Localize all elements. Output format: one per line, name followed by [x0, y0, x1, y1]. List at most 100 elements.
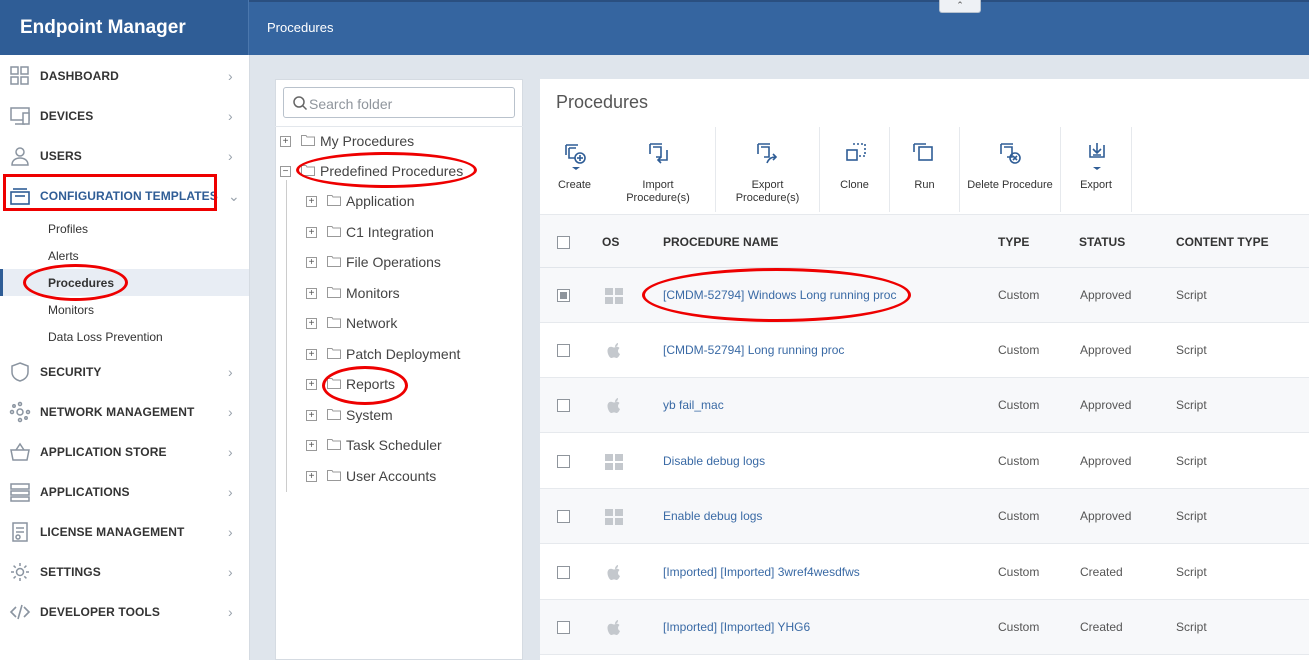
expand-icon[interactable]: + — [306, 227, 317, 238]
sidebar-item-applications[interactable]: APPLICATIONS › — [0, 472, 250, 512]
sidebar-item-label: APPLICATION STORE — [40, 445, 167, 459]
row-checkbox[interactable] — [557, 344, 570, 357]
row-checkbox[interactable] — [557, 566, 570, 579]
procedure-name-link[interactable]: Enable debug logs — [663, 509, 762, 523]
status-cell: Approved — [1080, 398, 1132, 412]
expand-icon[interactable]: + — [306, 379, 317, 390]
sidebar-item-label: DEVELOPER TOOLS — [40, 605, 160, 619]
folder-label: Network — [346, 315, 398, 331]
procedure-name-link[interactable]: yb fail_mac — [663, 398, 724, 412]
procedure-name-link[interactable]: [CMDM-52794] Windows Long running proc — [663, 288, 896, 302]
create-button[interactable]: Create — [548, 127, 601, 212]
export-procedures-button[interactable]: Export Procedure(s) — [716, 127, 820, 212]
expand-icon[interactable]: + — [306, 349, 317, 360]
folder-application[interactable]: + Application — [306, 191, 516, 215]
folder-network[interactable]: + Network — [306, 313, 516, 337]
status-cell: Approved — [1080, 288, 1132, 302]
folder-system[interactable]: + System — [306, 405, 516, 429]
sidebar-subitem-profiles[interactable]: Profiles — [0, 215, 249, 242]
table-row[interactable]: [CMDM-52794] Long running proc Custom Ap… — [540, 323, 1309, 378]
expand-icon[interactable]: + — [306, 288, 317, 299]
sidebar-item-settings[interactable]: SETTINGS › — [0, 552, 250, 592]
table-row[interactable]: yb fail_mac Custom Approved Script — [540, 378, 1309, 433]
sidebar-item-users[interactable]: USERS › — [0, 136, 250, 176]
expand-icon[interactable]: + — [306, 318, 317, 329]
sidebar-item-security[interactable]: SECURITY › — [0, 352, 250, 392]
delete-procedure-button[interactable]: Delete Procedure — [960, 127, 1061, 212]
table-row[interactable]: [CMDM-52794] Windows Long running proc C… — [540, 268, 1309, 323]
collapse-icon[interactable]: − — [280, 166, 291, 177]
select-all-checkbox[interactable] — [557, 236, 570, 249]
sidebar-item-configuration-templates[interactable]: CONFIGURATION TEMPLATES ⌄ — [0, 176, 250, 216]
expand-icon[interactable]: + — [306, 257, 317, 268]
table-row[interactable]: Enable debug logs Custom Approved Script — [540, 489, 1309, 544]
sidebar-subitem-procedures[interactable]: Procedures — [0, 269, 249, 296]
collapse-header-toggle[interactable]: ⌃ — [939, 0, 981, 13]
expand-icon[interactable]: + — [306, 196, 317, 207]
folder-reports[interactable]: + Reports — [306, 374, 516, 398]
folder-icon — [327, 195, 341, 206]
sidebar-subitem-data-loss-prevention[interactable]: Data Loss Prevention — [0, 323, 249, 350]
column-header-procedure-name[interactable]: PROCEDURE NAME — [663, 235, 778, 249]
chevron-right-icon: › — [228, 444, 233, 460]
sidebar-subitem-monitors[interactable]: Monitors — [0, 296, 249, 323]
sidebar-item-label: SETTINGS — [40, 565, 101, 579]
folder-label: Task Scheduler — [346, 437, 442, 453]
sidebar-item-application-store[interactable]: APPLICATION STORE › — [0, 432, 250, 472]
procedure-name-link[interactable]: [Imported] [Imported] 3wref4wesdfws — [663, 565, 860, 579]
column-header-type[interactable]: TYPE — [998, 235, 1029, 249]
expand-icon[interactable]: + — [306, 471, 317, 482]
row-checkbox[interactable] — [557, 455, 570, 468]
folder-monitors[interactable]: + Monitors — [306, 283, 516, 307]
sidebar-item-dashboard[interactable]: DASHBOARD › — [0, 56, 250, 96]
sidebar-item-label: APPLICATIONS — [40, 485, 130, 499]
search-folder-input[interactable]: Search folder — [283, 87, 515, 118]
expand-icon[interactable]: + — [280, 136, 291, 147]
chevron-right-icon: › — [228, 108, 233, 124]
folder-file-operations[interactable]: + File Operations — [306, 252, 516, 276]
export-icon — [757, 143, 778, 164]
app-title[interactable]: Endpoint Manager — [0, 0, 249, 55]
windows-icon — [605, 454, 623, 470]
table-row[interactable]: [Imported] [Imported] 3wref4wesdfws Cust… — [540, 545, 1309, 600]
folder-icon — [327, 378, 341, 389]
status-cell: Approved — [1080, 454, 1132, 468]
column-header-content-type[interactable]: CONTENT TYPE — [1176, 235, 1269, 249]
sidebar-subitem-alerts[interactable]: Alerts — [0, 242, 249, 269]
export-button[interactable]: Export — [1061, 127, 1132, 212]
folder-c1-integration[interactable]: + C1 Integration — [306, 222, 516, 246]
clone-button[interactable]: Clone — [820, 127, 890, 212]
create-label: Create — [557, 179, 592, 191]
chevron-right-icon: › — [228, 148, 233, 164]
table-row[interactable]: Disable debug logs Custom Approved Scrip… — [540, 434, 1309, 489]
row-checkbox[interactable] — [557, 510, 570, 523]
run-button[interactable]: Run — [890, 127, 960, 212]
row-checkbox[interactable] — [557, 399, 570, 412]
procedure-name-link[interactable]: [Imported] [Imported] YHG6 — [663, 620, 810, 634]
folder-my-procedures[interactable]: + My Procedures — [280, 131, 515, 155]
row-checkbox[interactable] — [557, 289, 570, 302]
import-procedures-button[interactable]: Import Procedure(s) — [601, 127, 716, 212]
sidebar-item-license-management[interactable]: LICENSE MANAGEMENT › — [0, 512, 250, 552]
folder-predefined-procedures[interactable]: − Predefined Procedures — [280, 161, 515, 185]
row-checkbox[interactable] — [557, 621, 570, 634]
folder-label: My Procedures — [320, 133, 415, 149]
folder-icon — [327, 348, 341, 359]
procedure-name-link[interactable]: Disable debug logs — [663, 454, 765, 468]
folder-label: Predefined Procedures — [320, 163, 464, 179]
procedure-name-link[interactable]: [CMDM-52794] Long running proc — [663, 343, 844, 357]
sidebar-item-developer-tools[interactable]: DEVELOPER TOOLS › — [0, 592, 250, 632]
search-icon — [293, 96, 308, 111]
table-row[interactable]: [Imported] [Imported] YHG6 Custom Create… — [540, 600, 1309, 655]
folder-task-scheduler[interactable]: + Task Scheduler — [306, 435, 516, 459]
column-header-status[interactable]: STATUS — [1079, 235, 1125, 249]
content-type-cell: Script — [1176, 509, 1207, 523]
column-header-os[interactable]: OS — [602, 235, 619, 249]
sidebar-item-network-management[interactable]: NETWORK MANAGEMENT › — [0, 392, 250, 432]
gear-icon — [11, 563, 29, 581]
folder-user-accounts[interactable]: + User Accounts — [306, 466, 516, 490]
expand-icon[interactable]: + — [306, 440, 317, 451]
folder-patch-deployment[interactable]: + Patch Deployment — [306, 344, 516, 368]
expand-icon[interactable]: + — [306, 410, 317, 421]
sidebar-item-devices[interactable]: DEVICES › — [0, 96, 250, 136]
